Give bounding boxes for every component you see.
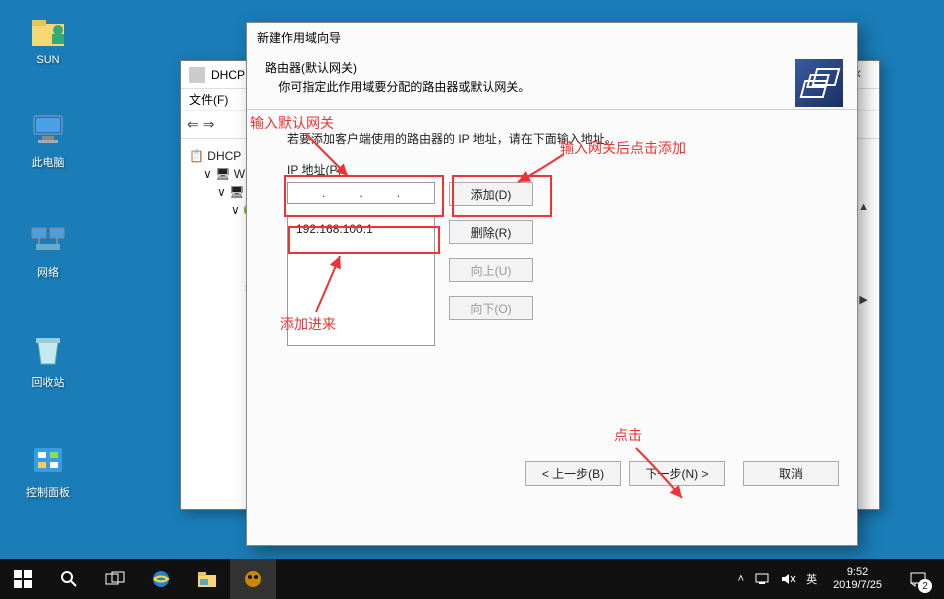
desktop-icon-label: 回收站 (12, 374, 84, 390)
back-button[interactable]: < 上一步(B) (525, 461, 621, 486)
folder-icon (196, 569, 218, 589)
wizard-instruction: 若要添加客户端使用的路由器的 IP 地址，请在下面输入地址。 (287, 130, 817, 147)
toolbar-forward-icon[interactable]: ⇒ (203, 116, 215, 133)
ip-address-label: IP 地址(P): (287, 161, 817, 178)
scroll-right-icon[interactable]: ▶ (859, 293, 867, 306)
wizard-banner-icon (795, 59, 843, 107)
notification-badge: 2 (918, 579, 932, 593)
next-button[interactable]: 下一步(N) > (629, 461, 725, 486)
desktop-icon-label: SUN (12, 54, 84, 66)
dhcp-app-icon (189, 67, 205, 83)
scroll-up-icon[interactable]: ▲ (858, 201, 869, 213)
move-up-button[interactable]: 向上(U) (449, 258, 533, 282)
cancel-button[interactable]: 取消 (743, 461, 839, 486)
taskbar[interactable]: ˄ 英 9:52 2019/7/25 2 (0, 559, 944, 599)
desktop-icon-thispc[interactable]: 此电脑 (12, 110, 84, 170)
tray-date: 2019/7/25 (833, 579, 882, 592)
desktop-icon-controlpanel[interactable]: 控制面板 (12, 440, 84, 500)
taskview-icon (105, 571, 125, 587)
desktop-icon-recycle[interactable]: 回收站 (12, 330, 84, 390)
folder-user-icon (28, 10, 68, 50)
annotation-text: 输入网关后点击添加 (560, 138, 686, 158)
list-item[interactable]: 192.168.100.1 (292, 221, 430, 237)
system-tray[interactable]: ˄ 英 9:52 2019/7/25 2 (738, 559, 944, 599)
remove-button[interactable]: 删除(R) (449, 220, 533, 244)
ie-icon (150, 568, 172, 590)
tray-time: 9:52 (833, 566, 882, 579)
search-button[interactable] (46, 559, 92, 599)
desktop-icon-folder[interactable]: SUN (12, 10, 84, 66)
tray-notifications[interactable]: 2 (898, 559, 938, 599)
start-button[interactable] (0, 559, 46, 599)
taskbar-explorer[interactable] (184, 559, 230, 599)
taskbar-dhcp[interactable] (230, 559, 276, 599)
wizard-title: 新建作用域向导 (257, 29, 341, 46)
network-icon (28, 220, 68, 260)
desktop-icon-label: 网络 (12, 264, 84, 280)
wizard-section-title: 路由器(默认网关) (265, 61, 357, 75)
desktop-icon-label: 此电脑 (12, 154, 84, 170)
new-scope-wizard-window: 新建作用域向导 路由器(默认网关) 你可指定此作用域要分配的路由器或默认网关。 … (246, 22, 858, 546)
annotation-text: 输入默认网关 (250, 113, 334, 133)
add-button[interactable]: 添加(D) (449, 182, 533, 206)
tray-volume-icon[interactable] (780, 572, 796, 586)
taskview-button[interactable] (92, 559, 138, 599)
wizard-section-sub: 你可指定此作用域要分配的路由器或默认网关。 (278, 80, 530, 94)
ip-address-input[interactable]: ... (287, 182, 435, 204)
dhcp-app-icon (242, 568, 264, 590)
toolbar-back-icon[interactable]: ⇐ (187, 116, 199, 133)
tray-network-icon[interactable] (754, 572, 770, 586)
recycle-bin-icon (28, 330, 68, 370)
annotation-text: 点击 (614, 425, 642, 445)
wizard-titlebar[interactable]: 新建作用域向导 (247, 23, 857, 51)
wizard-banner: 路由器(默认网关) 你可指定此作用域要分配的路由器或默认网关。 (247, 51, 857, 110)
tray-clock[interactable]: 9:52 2019/7/25 (827, 566, 888, 592)
tray-ime[interactable]: 英 (806, 571, 817, 587)
menu-file[interactable]: 文件(F) (189, 91, 228, 108)
computer-icon (28, 110, 68, 150)
dhcp-title-text: DHCP (211, 68, 245, 82)
desktop-icon-label: 控制面板 (12, 484, 84, 500)
taskbar-ie[interactable] (138, 559, 184, 599)
control-panel-icon (28, 440, 68, 480)
windows-logo-icon (14, 570, 32, 588)
search-icon (60, 570, 78, 588)
move-down-button[interactable]: 向下(O) (449, 296, 533, 320)
desktop-icon-network[interactable]: 网络 (12, 220, 84, 280)
annotation-text: 添加进来 (280, 314, 336, 334)
tray-chevron-icon[interactable]: ˄ (738, 573, 744, 585)
